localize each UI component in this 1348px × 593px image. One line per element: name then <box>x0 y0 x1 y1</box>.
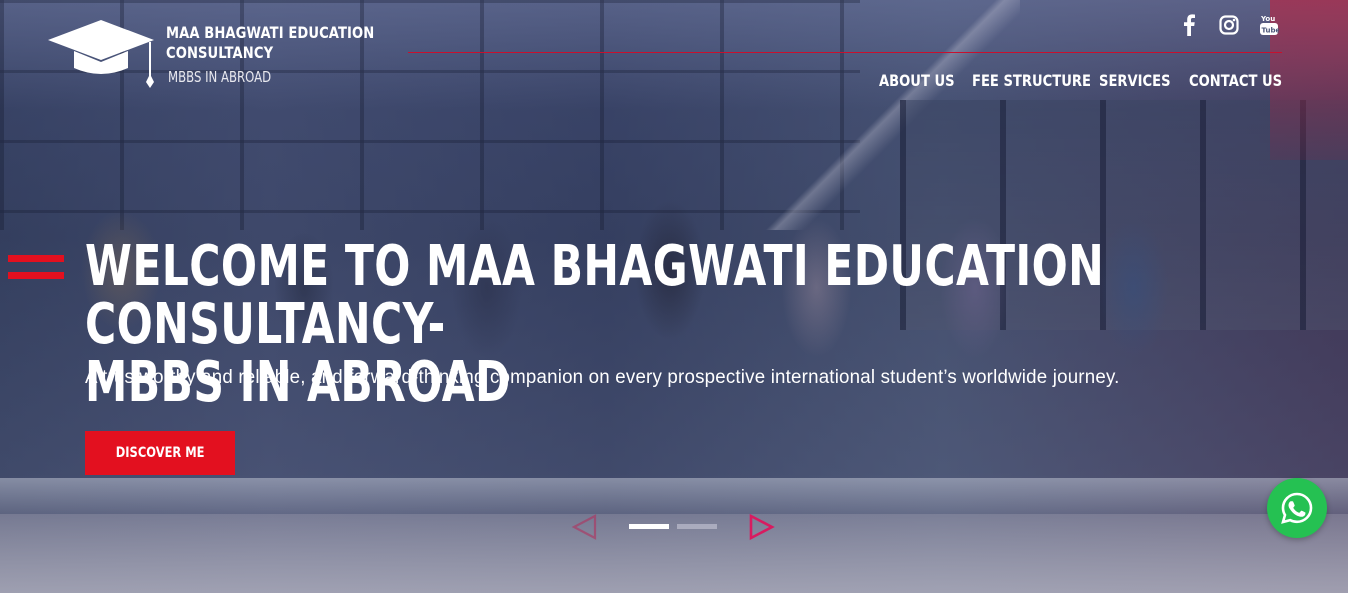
nav-item-services[interactable]: SERVICES <box>1099 71 1173 91</box>
brand-tagline: MBBS IN ABROAD <box>168 68 272 86</box>
nav-item-contact-us[interactable]: CONTACT US <box>1189 71 1282 91</box>
whatsapp-button[interactable] <box>1267 478 1327 538</box>
whatsapp-icon <box>1281 492 1313 524</box>
nav-item-fee-structure[interactable]: FEE STRUCTURE <box>972 71 1091 91</box>
discover-me-button[interactable]: DISCOVER ME <box>85 431 235 475</box>
graduation-cap-icon <box>48 20 154 88</box>
main-nav: ABOUT US FEE STRUCTURE SERVICES CONTACT … <box>879 71 1289 91</box>
instagram-icon[interactable] <box>1216 12 1242 38</box>
social-links: You Tube <box>1176 12 1282 38</box>
svg-text:Tube: Tube <box>1262 27 1280 35</box>
background-curb <box>0 478 1348 514</box>
slider-dot-2[interactable] <box>677 524 717 529</box>
triangle-left-icon[interactable] <box>571 513 599 541</box>
nav-item-about-us[interactable]: ABOUT US <box>879 71 955 91</box>
facebook-icon[interactable] <box>1176 12 1202 38</box>
triangle-right-icon[interactable] <box>747 513 775 541</box>
svg-text:You: You <box>1260 15 1275 23</box>
brand-name: MAA BHAGWATI EDUCATION CONSULTANCY <box>166 23 375 62</box>
header-divider <box>408 52 1282 53</box>
youtube-icon[interactable]: You Tube <box>1256 12 1282 38</box>
title-accent-bars <box>8 255 64 281</box>
hero-subtitle: A trustworthy and reliable, and forward-… <box>85 367 1120 388</box>
slider-dot-1[interactable] <box>629 524 669 529</box>
background-road <box>0 514 1348 593</box>
site-logo[interactable]: MAA BHAGWATI EDUCATION CONSULTANCY MBBS … <box>46 18 374 90</box>
